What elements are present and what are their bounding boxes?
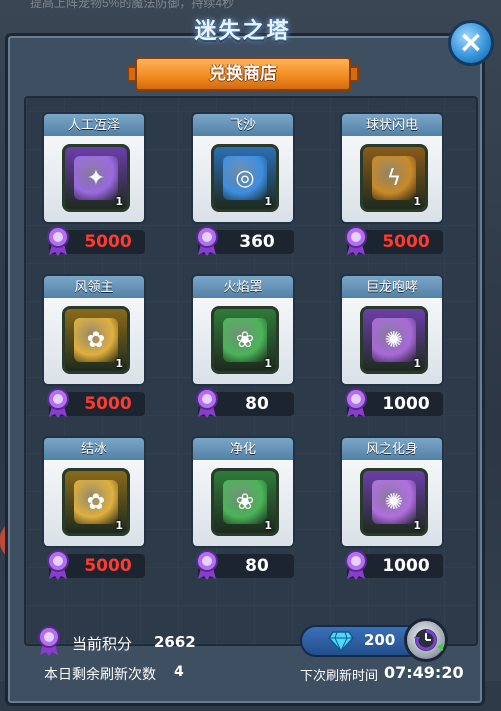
purple-scroll-icon: ✦ [74,156,118,200]
points-medal-icon [345,550,367,580]
item-price: 5000 [345,226,443,256]
item-price: 360 [196,226,294,256]
item-price: 1000 [345,388,443,418]
item-body: ✿ 1 [42,460,146,548]
points-medal-icon [196,550,218,580]
item-quantity: 1 [264,519,272,532]
points-medal-icon [345,388,367,418]
window-title: 迷失之塔 [194,19,291,44]
item-price: 5000 [47,550,145,580]
purple-book-icon: ✺ [372,318,416,362]
item-quantity: 1 [413,357,421,370]
shop-item-card[interactable]: 火焰罩 ❀ 1 [191,274,295,386]
item-quantity: 1 [264,195,272,208]
item-price-value: 5000 [84,556,132,576]
item-quantity: 1 [413,519,421,532]
item-frame: ❀ 1 [211,468,279,536]
gem-cost-value: 200 [364,631,396,649]
item-price: 80 [196,388,294,418]
item-frame: ✿ 1 [62,468,130,536]
points-medal-icon [345,226,367,256]
item-price-value: 1000 [382,556,430,576]
close-button[interactable]: × [448,20,494,66]
refresh-remaining-label: 本日剩余刷新次数 [44,667,156,683]
item-name: 火焰罩 [191,274,295,300]
gold-book-icon: ϟ [372,156,416,200]
item-price-value: 5000 [84,232,132,252]
item-price-value: 1000 [382,394,430,414]
shop-item-card[interactable]: 巨龙咆哮 ✺ 1 [340,274,444,386]
shop-item-card[interactable]: 净化 ❀ 1 [191,436,295,548]
item-body: ✦ 1 [42,136,146,224]
item-name: 球状闪电 [340,112,444,138]
purple-book-icon: ✺ [372,480,416,524]
item-price-value: 5000 [84,394,132,414]
item-price: 1000 [345,550,443,580]
shop-item-card[interactable]: 风领主 ✿ 1 [42,274,146,386]
points-value: 2662 [154,633,196,651]
item-body: ❀ 1 [191,298,295,386]
green-book-icon: ❀ [223,480,267,524]
item-price-value: 80 [245,556,269,576]
item-body: ◎ 1 [191,136,295,224]
item-body: ϟ1 [340,136,444,224]
points-medal-icon [196,388,218,418]
diamond-icon [328,631,354,652]
close-icon: × [458,25,484,60]
item-body: ✺ 1 [340,460,444,548]
item-name: 净化 [191,436,295,462]
points-label: 当前积分 [72,635,133,653]
refresh-remaining-value: 4 [174,664,184,680]
next-refresh-time: 07:49:20 [384,663,464,682]
item-frame: ✺ 1 [360,468,428,536]
item-name: 风之化身 [340,436,444,462]
item-frame: ❀ 1 [211,306,279,374]
item-name: 风领主 [42,274,146,300]
item-frame: ◎ 1 [211,144,279,212]
item-name: 结冰 [42,436,146,462]
item-body: ❀ 1 [191,460,295,548]
refresh-button[interactable] [404,618,448,662]
item-frame: ✿ 1 [62,306,130,374]
item-frame: ϟ1 [360,144,428,212]
points-medal-icon [47,388,69,418]
item-price: 80 [196,550,294,580]
shop-item-card[interactable]: 球状闪电 ϟ 1 [340,112,444,224]
item-quantity: 1 [115,519,123,532]
shop-banner: 兑换商店 [135,57,351,91]
refresh-icon [414,629,443,651]
shop-footer: 当前积分 2662 200 本日剩余刷新次数 4 下次刷新时间 07:49:20 [22,618,470,688]
shop-item-card[interactable]: 风之化身 ✺ 1 [340,436,444,548]
item-price: 5000 [47,388,145,418]
green-book-icon: ❀ [223,318,267,362]
item-quantity: 1 [413,195,421,208]
item-frame: ✺ 1 [360,306,428,374]
shop-item-card[interactable]: 飞沙 ◎ 1 [191,112,295,224]
background-skill-text: 提高上阵宠物5%的魔法防御，持续4秒 [30,0,235,10]
item-frame: ✦ 1 [62,144,130,212]
item-quantity: 1 [264,357,272,370]
item-quantity: 1 [115,195,123,208]
item-body: ✺ 1 [340,298,444,386]
next-refresh-label: 下次刷新时间 [300,669,379,684]
blue-book-icon: ◎ [223,156,267,200]
item-name: 巨龙咆哮 [340,274,444,300]
item-price: 5000 [47,226,145,256]
item-name: 人工冱泽 [42,112,146,138]
item-name: 飞沙 [191,112,295,138]
item-body: ✿ 1 [42,298,146,386]
gold-scroll-icon: ✿ [74,318,118,362]
points-medal-icon [47,226,69,256]
shop-item-card[interactable]: 人工冱泽 ✦ 1 [42,112,146,224]
points-medal-icon [196,226,218,256]
shop-item-card[interactable]: 结冰 ✿ 1 [42,436,146,548]
item-price-value: 80 [245,394,269,414]
item-price-value: 5000 [382,232,430,252]
item-quantity: 1 [115,357,123,370]
points-medal-icon [38,626,60,656]
points-medal-icon [47,550,69,580]
item-price-value: 360 [239,232,275,252]
gold-scroll-icon: ✿ [74,480,118,524]
